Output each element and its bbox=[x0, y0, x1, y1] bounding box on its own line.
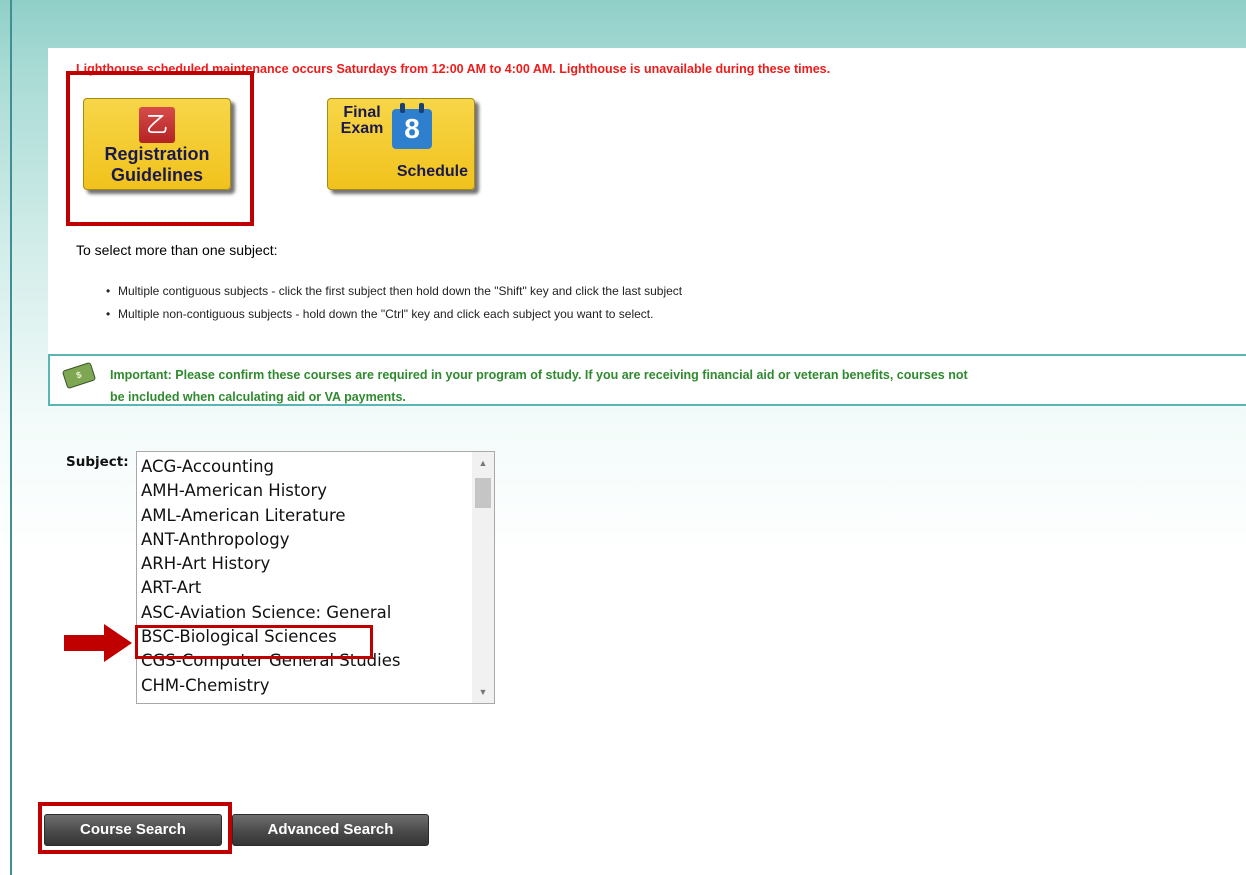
arrow-right-icon bbox=[64, 624, 132, 662]
important-line1: Important: Please confirm these courses … bbox=[110, 368, 968, 382]
list-item: Multiple non-contiguous subjects - hold … bbox=[106, 305, 682, 328]
scroll-down-icon[interactable]: ▼ bbox=[472, 683, 494, 701]
subject-listbox[interactable]: ACG-Accounting AMH-American History AML-… bbox=[136, 451, 495, 704]
scroll-up-icon[interactable]: ▲ bbox=[472, 454, 494, 472]
important-notice: $ Important: Please confirm these course… bbox=[48, 354, 1246, 406]
calendar-ring bbox=[400, 103, 405, 113]
subject-label: Subject: bbox=[66, 454, 129, 470]
subject-option-asc[interactable]: ASC-Aviation Science: General bbox=[137, 601, 467, 625]
subject-option-arh[interactable]: ARH-Art History bbox=[137, 552, 467, 576]
final-exam-schedule-button[interactable]: Final Exam 8 Schedule bbox=[327, 98, 475, 190]
instructions-list: Multiple contiguous subjects - click the… bbox=[106, 282, 682, 328]
instructions-title: To select more than one subject: bbox=[76, 242, 278, 258]
subject-option-art[interactable]: ART-Art bbox=[137, 576, 467, 600]
calendar-icon: 8 bbox=[392, 103, 432, 149]
subject-option-amh[interactable]: AMH-American History bbox=[137, 479, 467, 503]
important-line2: be included when calculating aid or VA p… bbox=[110, 390, 406, 404]
final-exam-schedule-label: Schedule bbox=[396, 163, 468, 180]
highlight-box-course-search bbox=[38, 802, 232, 854]
subject-option-chm[interactable]: CHM-Chemistry bbox=[137, 674, 467, 698]
subject-options: ACG-Accounting AMH-American History AML-… bbox=[137, 455, 467, 698]
final-exam-line1: Final bbox=[343, 104, 381, 121]
advanced-search-button[interactable]: Advanced Search bbox=[232, 814, 429, 846]
highlight-box-bsc bbox=[135, 625, 373, 659]
subject-option-ant[interactable]: ANT-Anthropology bbox=[137, 528, 467, 552]
final-exam-label: Final Exam bbox=[332, 105, 392, 137]
calendar-ring bbox=[419, 103, 424, 113]
subject-option-aml[interactable]: AML-American Literature bbox=[137, 504, 467, 528]
listbox-scrollbar[interactable]: ▲ ▼ bbox=[472, 452, 494, 703]
subject-option-acg[interactable]: ACG-Accounting bbox=[137, 455, 467, 479]
money-icon: $ bbox=[61, 361, 97, 390]
important-text: Important: Please confirm these courses … bbox=[110, 364, 1246, 408]
scroll-thumb[interactable] bbox=[475, 478, 491, 508]
highlight-box-registration bbox=[66, 71, 254, 226]
left-border bbox=[10, 0, 12, 875]
list-item: Multiple contiguous subjects - click the… bbox=[106, 282, 682, 305]
calendar-day: 8 bbox=[404, 113, 420, 144]
final-exam-line2: Exam bbox=[340, 120, 384, 137]
